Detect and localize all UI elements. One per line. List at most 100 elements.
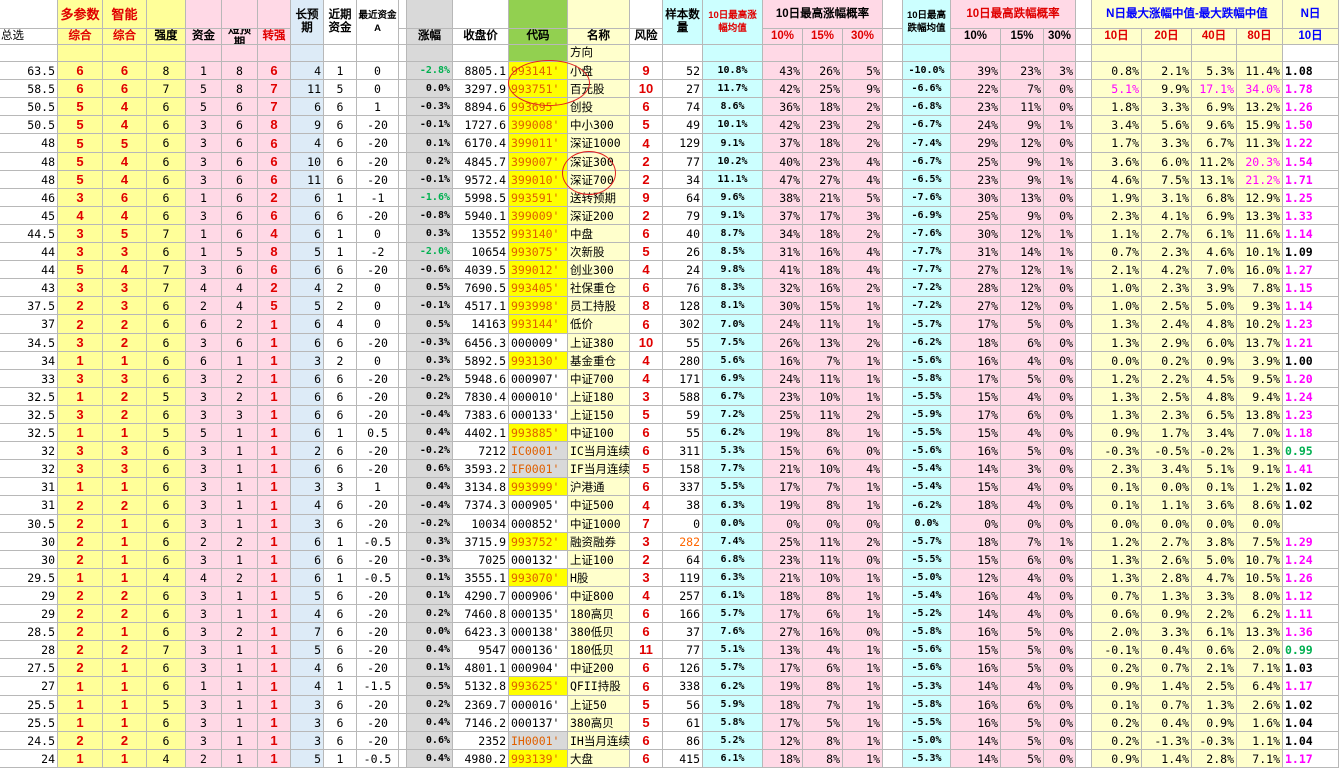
cell-c2[interactable]: 2: [103, 587, 147, 605]
cell-recent[interactable]: 1: [324, 225, 357, 243]
cell-capA[interactable]: -20: [357, 207, 399, 225]
cell-r30[interactable]: 4%: [843, 153, 883, 171]
cell-f10[interactable]: 18%: [951, 334, 1001, 352]
cell-ratio[interactable]: 1.04: [1283, 714, 1339, 732]
cell-r30[interactable]: 2%: [843, 406, 883, 424]
cell-strength[interactable]: 6: [147, 587, 186, 605]
cell-long[interactable]: 6: [291, 370, 324, 388]
cell-code[interactable]: 993998': [509, 297, 568, 315]
cell-close[interactable]: 5132.8: [453, 677, 509, 696]
cell-favg[interactable]: 0.0%: [903, 515, 951, 533]
cell-favg[interactable]: -5.6%: [903, 442, 951, 460]
cell-m20[interactable]: 2.9%: [1142, 334, 1192, 352]
cell-short[interactable]: 1: [222, 750, 258, 768]
cell-f10[interactable]: 15%: [951, 424, 1001, 442]
cell-ratio[interactable]: 1.02: [1283, 496, 1339, 515]
cell-chg[interactable]: 0.2%: [407, 388, 453, 406]
cell-capA[interactable]: 0: [357, 352, 399, 370]
cell-f30[interactable]: 0%: [1044, 370, 1076, 388]
cell-recent[interactable]: 1: [324, 243, 357, 261]
cell-code[interactable]: 000904': [509, 659, 568, 677]
cell-m40[interactable]: 3.3%: [1192, 587, 1237, 605]
cell-f30[interactable]: 0%: [1044, 279, 1076, 297]
cell-strength[interactable]: 6: [147, 677, 186, 696]
cell-risk[interactable]: 2: [630, 153, 663, 171]
cell-name[interactable]: 上证100: [568, 551, 630, 569]
cell-m20[interactable]: 2.6%: [1142, 551, 1192, 569]
cell-capA[interactable]: 0: [357, 62, 399, 80]
cell-long[interactable]: 10: [291, 153, 324, 171]
cell-n[interactable]: 52: [663, 62, 703, 80]
cell-m20[interactable]: 2.5%: [1142, 297, 1192, 315]
cell-m80[interactable]: 11.3%: [1237, 134, 1283, 153]
cell-capital[interactable]: 3: [186, 515, 222, 533]
cell-r15[interactable]: 8%: [803, 677, 843, 696]
cell-recent[interactable]: 6: [324, 714, 357, 732]
cell-code[interactable]: 000907': [509, 370, 568, 388]
cell-strength[interactable]: 6: [147, 98, 186, 116]
cell-ravg[interactable]: 6.2%: [703, 677, 763, 696]
cell-c2[interactable]: 1: [103, 659, 147, 677]
cell-f30[interactable]: 0%: [1044, 297, 1076, 315]
cell-code[interactable]: 000138': [509, 623, 568, 641]
cell-risk[interactable]: 5: [630, 243, 663, 261]
cell-f30[interactable]: 0%: [1044, 623, 1076, 641]
cell-capital[interactable]: 3: [186, 623, 222, 641]
cell-r15[interactable]: 21%: [803, 189, 843, 207]
cell-name[interactable]: 中证800: [568, 587, 630, 605]
cell-recent[interactable]: 1: [324, 677, 357, 696]
cell-total[interactable]: 44.5: [0, 225, 58, 243]
cell-capA[interactable]: -20: [357, 442, 399, 460]
cell-r15[interactable]: 10%: [803, 388, 843, 406]
cell-m20[interactable]: 2.7%: [1142, 533, 1192, 551]
cell-total[interactable]: 48: [0, 171, 58, 189]
cell-favg[interactable]: -5.6%: [903, 641, 951, 659]
cell-n[interactable]: 59: [663, 406, 703, 424]
cell-r30[interactable]: 9%: [843, 80, 883, 98]
cell-f10[interactable]: 17%: [951, 370, 1001, 388]
cell-long[interactable]: 7: [291, 623, 324, 641]
cell-close[interactable]: 2352: [453, 732, 509, 750]
cell-ravg[interactable]: 6.3%: [703, 496, 763, 515]
cell-n[interactable]: 64: [663, 189, 703, 207]
cell-capA[interactable]: -20: [357, 334, 399, 352]
cell-turn[interactable]: 1: [258, 478, 291, 496]
cell-m10[interactable]: 0.7%: [1092, 587, 1142, 605]
cell-short[interactable]: 1: [222, 587, 258, 605]
cell-r10[interactable]: 18%: [763, 750, 803, 768]
cell-strength[interactable]: 6: [147, 623, 186, 641]
cell-r30[interactable]: 1%: [843, 750, 883, 768]
cell-code[interactable]: 000852': [509, 515, 568, 533]
cell-r30[interactable]: 1%: [843, 677, 883, 696]
cell-recent[interactable]: 6: [324, 98, 357, 116]
cell-favg[interactable]: -5.5%: [903, 424, 951, 442]
cell-r10[interactable]: 17%: [763, 659, 803, 677]
cell-m20[interactable]: 3.3%: [1142, 134, 1192, 153]
cell-c2[interactable]: 4: [103, 261, 147, 279]
cell-f10[interactable]: 0%: [951, 515, 1001, 533]
cell-m10[interactable]: 1.9%: [1092, 189, 1142, 207]
cell-n[interactable]: 311: [663, 442, 703, 460]
cell-m10[interactable]: 3.4%: [1092, 116, 1142, 134]
cell-ratio[interactable]: 1.22: [1283, 134, 1339, 153]
cell-n[interactable]: 86: [663, 732, 703, 750]
cell-turn[interactable]: 1: [258, 496, 291, 515]
cell-long[interactable]: 6: [291, 315, 324, 334]
cell-f10[interactable]: 30%: [951, 189, 1001, 207]
cell-total[interactable]: 25.5: [0, 714, 58, 732]
cell-strength[interactable]: 6: [147, 406, 186, 424]
cell-recent[interactable]: 6: [324, 623, 357, 641]
cell-close[interactable]: 3555.1: [453, 569, 509, 587]
cell-ratio[interactable]: 1.27: [1283, 261, 1339, 279]
cell-total[interactable]: 37.5: [0, 297, 58, 315]
cell-m80[interactable]: 13.2%: [1237, 98, 1283, 116]
cell-m40[interactable]: 6.9%: [1192, 207, 1237, 225]
cell-risk[interactable]: 6: [630, 424, 663, 442]
cell-m80[interactable]: 13.7%: [1237, 334, 1283, 352]
cell-n[interactable]: 128: [663, 297, 703, 315]
cell-chg[interactable]: 0.6%: [407, 460, 453, 478]
cell-name[interactable]: 中证1000: [568, 515, 630, 533]
cell-m40[interactable]: 5.0%: [1192, 551, 1237, 569]
cell-r15[interactable]: 6%: [803, 442, 843, 460]
cell-name[interactable]: 中小300: [568, 116, 630, 134]
